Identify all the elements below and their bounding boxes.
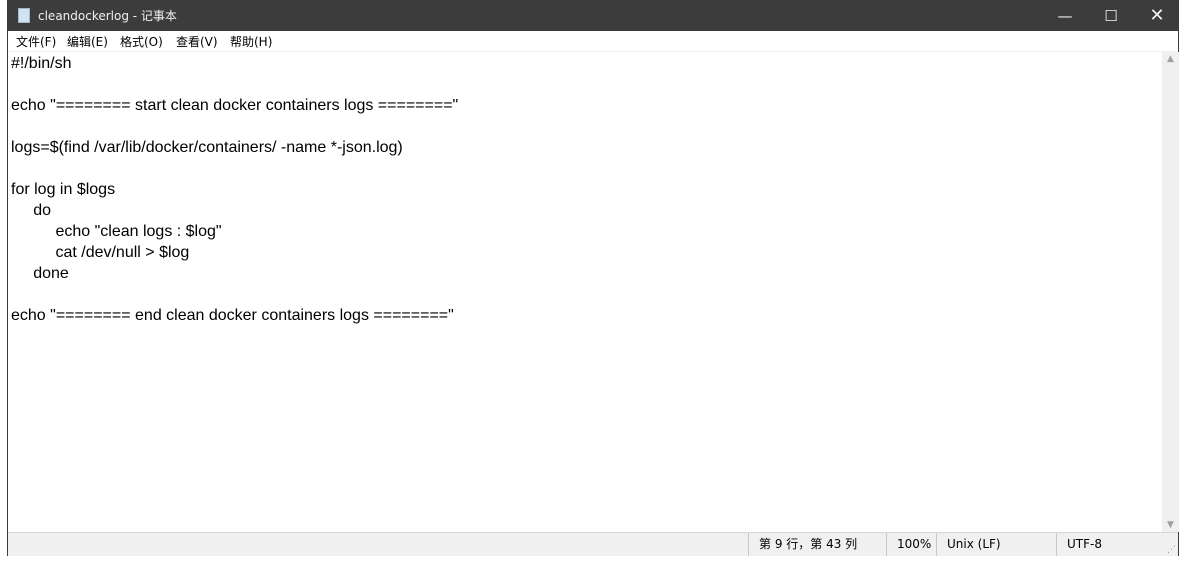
notepad-icon [18,8,30,23]
notepad-window: cleandockerlog - 记事本 — ☐ ✕ 文件(F) 编辑(E) 格… [7,0,1179,556]
text-editor[interactable]: #!/bin/sh echo "======== start clean doc… [8,52,1162,532]
line-ending: Unix (LF) [936,533,1056,556]
scroll-down-icon[interactable]: ▼ [1162,520,1179,530]
maximize-button[interactable]: ☐ [1088,1,1134,31]
menu-file[interactable]: 文件(F) [16,34,56,50]
menu-view[interactable]: 查看(V) [176,34,218,50]
title-bar: cleandockerlog - 记事本 — ☐ ✕ [8,1,1178,31]
window-title: cleandockerlog - 记事本 [38,9,177,23]
cursor-position: 第 9 行，第 43 列 [748,533,886,556]
vertical-scrollbar[interactable]: ▲ ▼ [1162,52,1179,532]
zoom-level: 100% [886,533,936,556]
menu-format[interactable]: 格式(O) [120,34,163,50]
status-bar: 第 9 行，第 43 列 100% Unix (LF) UTF-8 ⋰ [8,532,1178,556]
resize-grip-icon[interactable]: ⋰ [1167,545,1176,555]
close-button[interactable]: ✕ [1134,1,1180,31]
encoding: UTF-8 [1056,533,1161,556]
menu-edit[interactable]: 编辑(E) [67,34,108,50]
menu-help[interactable]: 帮助(H) [230,34,272,50]
minimize-button[interactable]: — [1042,1,1088,31]
scroll-up-icon[interactable]: ▲ [1162,54,1179,64]
menu-bar: 文件(F) 编辑(E) 格式(O) 查看(V) 帮助(H) [8,31,1178,52]
